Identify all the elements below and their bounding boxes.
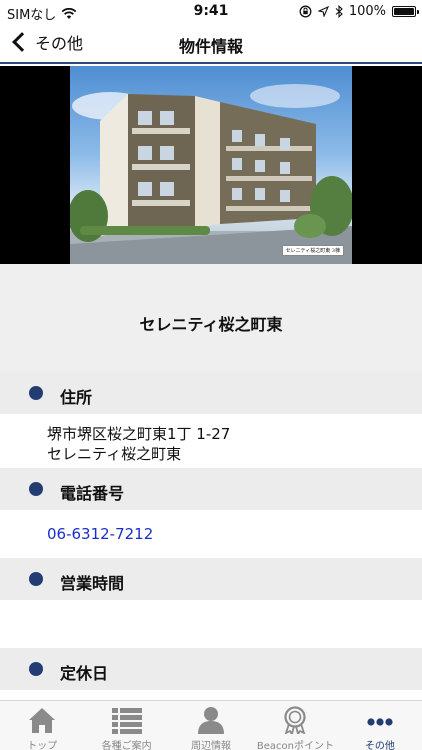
rotation-lock-icon — [299, 5, 312, 18]
location-arrow-icon — [317, 6, 329, 17]
tab-label-guide: 各種ご案内 — [101, 741, 152, 750]
section-header-phone: 電話番号 — [0, 468, 422, 510]
section-label-hours: 営業時間 — [60, 574, 125, 593]
tab-label-beacon: Beaconポイント — [256, 741, 334, 750]
section-header-hours: 営業時間 — [0, 558, 422, 600]
battery-icon — [392, 6, 419, 17]
section-header-holiday: 定休日 — [0, 648, 422, 690]
section-label-phone: 電話番号 — [60, 484, 125, 503]
property-image: セレニティ桜之町東 3棟 — [0, 66, 422, 264]
battery-percent: 100% — [348, 4, 386, 19]
image-caption: セレニティ桜之町東 3棟 — [281, 245, 344, 256]
section-header-address: 住所 — [0, 372, 422, 414]
tab-label-top: トップ — [27, 741, 58, 750]
phone-body: 06-6312-7212 — [0, 510, 422, 558]
bullet-icon — [29, 662, 43, 676]
tab-guide[interactable]: 各種ご案内 — [84, 701, 168, 750]
tab-other[interactable]: その他 — [338, 701, 422, 750]
list-icon — [111, 708, 142, 734]
apartment-building-illustration — [70, 84, 352, 264]
address-line-1: 堺市堺区桜之町東1丁 1-27 — [47, 425, 231, 443]
hours-body — [0, 600, 422, 648]
bluetooth-icon — [335, 5, 343, 18]
property-name: セレニティ桜之町東 — [139, 315, 283, 334]
section-label-address: 住所 — [60, 388, 93, 407]
phone-number-link[interactable]: 06-6312-7212 — [47, 525, 153, 543]
award-badge-icon — [284, 706, 307, 734]
property-name-block: セレニティ桜之町東 — [0, 264, 422, 372]
status-right: 100% — [299, 4, 419, 19]
person-icon — [198, 707, 225, 734]
battery-fill — [394, 8, 414, 15]
section-label-holiday: 定休日 — [60, 664, 109, 683]
home-icon — [29, 708, 56, 733]
tab-label-other: その他 — [364, 741, 395, 750]
tab-top[interactable]: トップ — [0, 701, 84, 750]
bullet-icon — [29, 386, 43, 400]
tab-nearby[interactable]: 周辺情報 — [169, 701, 253, 750]
status-bar: SIMなし 9:41 100% — [0, 0, 422, 24]
navigation-bar: その他 物件情報 — [0, 24, 422, 64]
bullet-icon — [29, 482, 43, 496]
address-body: 堺市堺区桜之町東1丁 1-27 セレニティ桜之町東 — [0, 414, 422, 468]
tab-bar: トップ 各種ご案内 周辺情報 Beaconポイント その他 — [0, 700, 422, 750]
building-rendering: セレニティ桜之町東 3棟 — [70, 66, 352, 264]
tab-beacon[interactable]: Beaconポイント — [253, 701, 337, 750]
page-title: 物件情報 — [178, 37, 243, 56]
more-dots-icon — [367, 718, 393, 726]
bullet-icon — [29, 572, 43, 586]
tab-label-nearby: 周辺情報 — [191, 741, 232, 750]
address-line-2: セレニティ桜之町東 — [47, 445, 182, 463]
